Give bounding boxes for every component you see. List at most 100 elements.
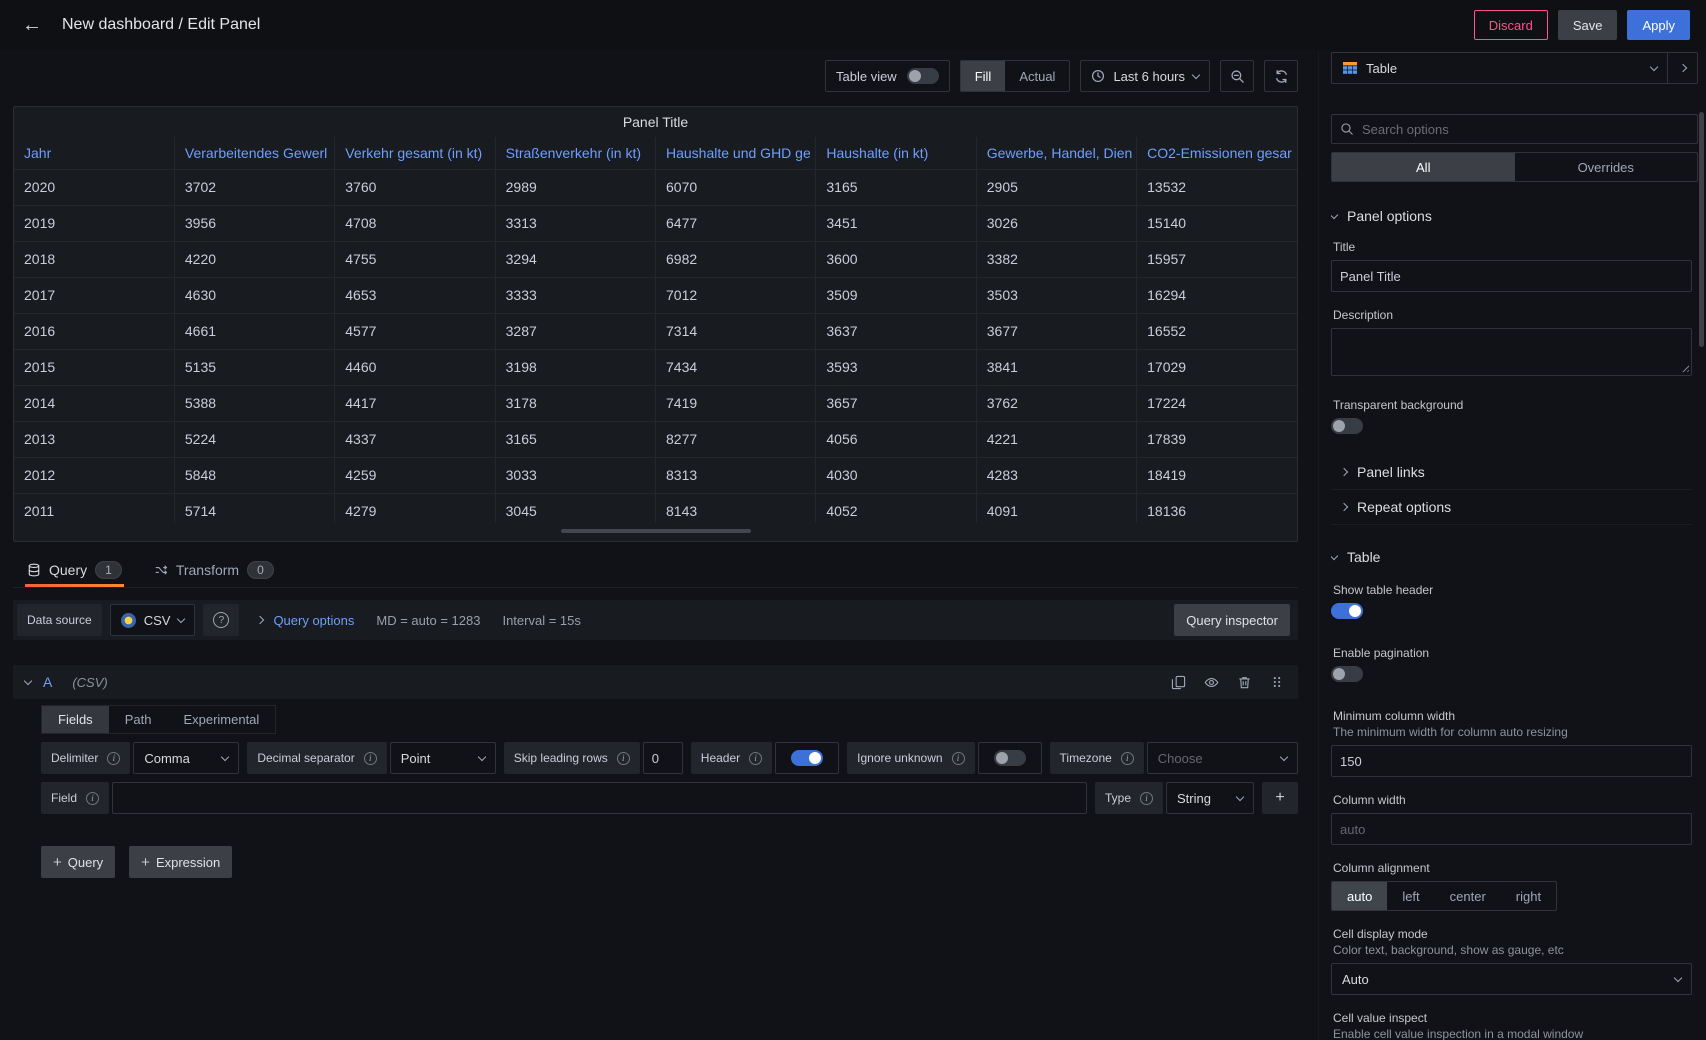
min-column-width-input[interactable] — [1331, 745, 1692, 777]
skip-leading-rows-input[interactable] — [643, 742, 683, 774]
fill-option[interactable]: Fill — [961, 61, 1006, 91]
type-select[interactable]: String — [1166, 782, 1254, 814]
tab-overrides[interactable]: Overrides — [1515, 153, 1698, 181]
header-toggle[interactable] — [791, 750, 823, 766]
timezone-select[interactable]: Choose — [1147, 742, 1298, 774]
column-width-input[interactable] — [1331, 813, 1692, 845]
table-cell: 3165 — [816, 169, 976, 205]
column-header[interactable]: Verarbeitendes Gewerl — [174, 137, 334, 169]
datasource-picker[interactable]: CSV — [110, 604, 196, 636]
table-cell: 3657 — [816, 385, 976, 421]
table-view-toggle[interactable] — [907, 68, 939, 84]
tab-fields[interactable]: Fields — [42, 706, 109, 733]
transparent-background-toggle[interactable] — [1331, 418, 1363, 434]
chevron-down-icon — [1280, 753, 1288, 761]
enable-pagination-toggle[interactable] — [1331, 666, 1363, 682]
panel-title-input[interactable] — [1331, 260, 1692, 292]
column-header[interactable]: Gewerbe, Handel, Dien — [976, 137, 1136, 169]
query-inspector-button[interactable]: Query inspector — [1174, 604, 1290, 636]
add-field-button[interactable] — [1262, 782, 1298, 814]
alignment-left[interactable]: left — [1387, 882, 1434, 910]
drag-query-handle[interactable] — [1268, 673, 1286, 691]
table-cell: 4279 — [335, 493, 495, 523]
column-header[interactable]: Verkehr gesamt (in kt) — [335, 137, 495, 169]
ignore-unknown-toggle[interactable] — [994, 750, 1026, 766]
info-icon — [86, 792, 99, 805]
duplicate-query-button[interactable] — [1169, 673, 1188, 692]
table-row: 201842204755329469823600338215957 — [14, 241, 1297, 277]
table-cell: 3178 — [495, 385, 655, 421]
table-cell: 4220 — [174, 241, 334, 277]
decimal-separator-select[interactable]: Point — [390, 742, 496, 774]
delete-query-button[interactable] — [1235, 673, 1254, 692]
refresh-button[interactable] — [1264, 60, 1298, 92]
table-cell: 8313 — [656, 457, 816, 493]
table-view-label: Table view — [836, 69, 897, 84]
table-row: 201646614577328773143637367716552 — [14, 313, 1297, 349]
datasource-help-button[interactable] — [203, 604, 239, 636]
discard-button[interactable]: Discard — [1474, 10, 1548, 40]
table-cell: 2013 — [14, 421, 174, 457]
database-icon — [27, 563, 41, 577]
apply-button[interactable]: Apply — [1627, 10, 1690, 40]
section-panel-links[interactable]: Panel links — [1331, 455, 1692, 490]
table-cell: 2989 — [495, 169, 655, 205]
alignment-center[interactable]: center — [1435, 882, 1501, 910]
column-header[interactable]: Haushalte (in kt) — [816, 137, 976, 169]
tab-path[interactable]: Path — [109, 706, 168, 733]
chevron-down-icon — [1331, 552, 1338, 560]
visualization-select[interactable]: Table — [1332, 53, 1667, 83]
fill-actual-segment: Fill Actual — [960, 60, 1071, 92]
delimiter-select[interactable]: Comma — [133, 742, 239, 774]
breadcrumb[interactable]: New dashboard / Edit Panel — [62, 16, 260, 34]
description-input[interactable] — [1331, 328, 1692, 376]
cell-display-mode-select[interactable]: Auto — [1331, 963, 1692, 995]
header-toggle-box — [775, 742, 839, 774]
chevron-down-icon — [221, 753, 229, 761]
panel-title: Panel Title — [14, 107, 1297, 137]
field-input[interactable] — [112, 782, 1087, 814]
section-table[interactable]: Table — [1331, 549, 1692, 565]
save-button[interactable]: Save — [1558, 10, 1618, 40]
tab-all[interactable]: All — [1332, 153, 1515, 181]
table-cell: 5388 — [174, 385, 334, 421]
hide-query-button[interactable] — [1202, 673, 1221, 692]
table-cell: 4630 — [174, 277, 334, 313]
pane-resize-handle[interactable] — [561, 529, 751, 533]
options-scrollbar[interactable] — [1699, 112, 1704, 347]
add-expression-button[interactable]: Expression — [129, 846, 232, 878]
copy-icon — [1171, 675, 1186, 690]
section-panel-options[interactable]: Panel options — [1331, 208, 1692, 224]
column-header[interactable]: Haushalte und GHD ge — [656, 137, 816, 169]
editor-tabs: Query 1 Transform 0 — [13, 552, 1298, 588]
transparent-background-label: Transparent background — [1333, 398, 1692, 412]
query-options-expander[interactable]: Query options — [257, 613, 354, 628]
column-header[interactable]: CO2-Emissionen gesar — [1137, 137, 1297, 169]
query-collapse-chevron[interactable] — [24, 677, 32, 685]
collapse-options-pane-button[interactable] — [1667, 53, 1697, 83]
show-table-header-toggle[interactable] — [1331, 603, 1363, 619]
grip-icon — [1270, 675, 1284, 689]
back-arrow-button[interactable] — [16, 12, 48, 39]
actual-option[interactable]: Actual — [1005, 61, 1069, 91]
options-search-input[interactable] — [1360, 121, 1689, 138]
collapse-sections: Panel links Repeat options — [1331, 455, 1692, 525]
column-header[interactable]: Straßenverkehr (in kt) — [495, 137, 655, 169]
zoom-out-button[interactable] — [1220, 60, 1254, 92]
table-row: 201453884417317874193657376217224 — [14, 385, 1297, 421]
alignment-auto[interactable]: auto — [1332, 882, 1387, 910]
tab-experimental[interactable]: Experimental — [167, 706, 275, 733]
tab-query[interactable]: Query 1 — [25, 552, 124, 587]
section-repeat-options[interactable]: Repeat options — [1331, 490, 1692, 525]
tab-transform[interactable]: Transform 0 — [152, 552, 276, 587]
options-scroll-area: Panel options Title Description Transpar… — [1331, 182, 1698, 1040]
column-header[interactable]: Jahr — [14, 137, 174, 169]
table-cell: 2905 — [976, 169, 1136, 205]
time-range-picker[interactable]: Last 6 hours — [1080, 60, 1210, 92]
table-cell: 2016 — [14, 313, 174, 349]
add-query-button[interactable]: Query — [41, 846, 115, 878]
alignment-right[interactable]: right — [1501, 882, 1556, 910]
transform-icon — [154, 563, 168, 577]
chevron-down-icon — [477, 753, 485, 761]
table-cell: 5714 — [174, 493, 334, 523]
